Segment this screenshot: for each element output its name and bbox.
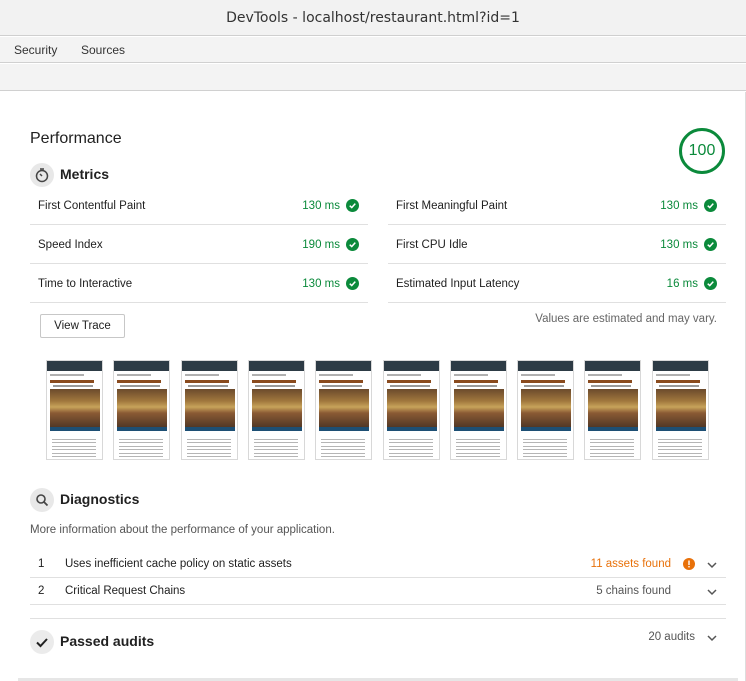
tab-sources[interactable]: Sources [81, 37, 125, 63]
metric-value: 130 ms [660, 239, 698, 251]
window-title: DevTools - localhost/restaurant.html?id=… [0, 0, 746, 36]
metric-label: First Meaningful Paint [396, 200, 508, 212]
audit-title: Uses inefficient cache policy on static … [65, 558, 292, 570]
metric-label: Time to Interactive [38, 278, 133, 290]
filmstrip-frame [113, 360, 170, 460]
metric-value: 130 ms [660, 200, 698, 212]
metric-value: 130 ms [302, 278, 340, 290]
audit-number: 1 [38, 558, 45, 570]
filmstrip-frame [383, 360, 440, 460]
divider [30, 618, 726, 619]
audit-display-value: 5 chains found [596, 585, 671, 597]
tab-security[interactable]: Security [14, 37, 57, 63]
metric-value: 130 ms [302, 200, 340, 212]
metric-speed-index: Speed Index 190 ms [30, 225, 368, 264]
filmstrip-frame [181, 360, 238, 460]
filmstrip-frame [517, 360, 574, 460]
search-icon [30, 488, 54, 512]
filmstrip-frame [652, 360, 709, 460]
audit-title: Critical Request Chains [65, 585, 186, 597]
audit-row-critical-request-chains[interactable]: 2 Critical Request Chains 5 chains found [30, 578, 726, 605]
view-trace-button[interactable]: View Trace [40, 314, 125, 338]
info-icon [683, 558, 695, 570]
passed-audits-title[interactable]: Passed audits [60, 633, 154, 649]
metric-first-cpu-idle: First CPU Idle 130 ms [388, 225, 726, 264]
passed-audits-count: 20 audits [648, 631, 695, 643]
metric-first-meaningful-paint: First Meaningful Paint 130 ms [388, 186, 726, 225]
pass-check-icon [346, 238, 359, 251]
timer-icon [30, 163, 54, 187]
chevron-down-icon[interactable] [706, 632, 718, 644]
filmstrip-frame [315, 360, 372, 460]
metric-estimated-input-latency: Estimated Input Latency 16 ms [388, 264, 726, 303]
filmstrip-frame [450, 360, 507, 460]
metrics-title: Metrics [60, 166, 110, 182]
metric-value: 16 ms [666, 278, 698, 290]
metric-first-contentful-paint: First Contentful Paint 130 ms [30, 186, 368, 225]
devtools-toolbar [0, 64, 746, 91]
metric-label: Estimated Input Latency [396, 278, 520, 290]
audit-display-value: 11 assets found [590, 558, 671, 570]
filmstrip-frame [248, 360, 305, 460]
pass-check-icon [346, 277, 359, 290]
score-gauge: 100 [679, 128, 725, 174]
metric-value: 190 ms [302, 239, 340, 251]
devtools-tab-bar: Security Sources [0, 37, 746, 63]
pass-check-icon [704, 277, 717, 290]
metric-label: Speed Index [38, 239, 103, 251]
diagnostics-title: Diagnostics [60, 491, 140, 507]
filmstrip-frame [46, 360, 103, 460]
audit-number: 2 [38, 585, 45, 597]
diagnostics-description: More information about the performance o… [30, 524, 335, 536]
pass-check-icon [346, 199, 359, 212]
metric-label: First Contentful Paint [38, 200, 146, 212]
estimate-note: Values are estimated and may vary. [535, 313, 717, 325]
metric-time-to-interactive: Time to Interactive 130 ms [30, 264, 368, 303]
audit-row-cache-policy[interactable]: 1 Uses inefficient cache policy on stati… [30, 551, 726, 578]
filmstrip-frame [584, 360, 641, 460]
chevron-down-icon[interactable] [706, 559, 718, 571]
metric-label: First CPU Idle [396, 239, 468, 251]
check-icon [30, 630, 54, 654]
pass-check-icon [704, 238, 717, 251]
chevron-down-icon[interactable] [706, 586, 718, 598]
category-title: Performance [30, 130, 122, 147]
pass-check-icon [704, 199, 717, 212]
